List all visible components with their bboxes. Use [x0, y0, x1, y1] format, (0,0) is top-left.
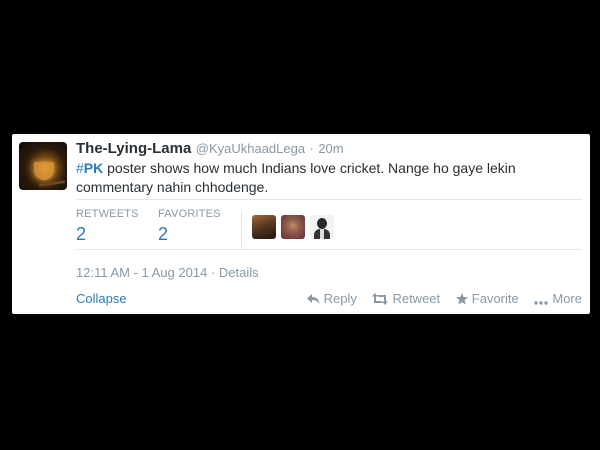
stats-divider	[241, 210, 242, 250]
author-name[interactable]: The-Lying-Lama	[76, 140, 191, 157]
retweets-stat[interactable]: RETWEETS 2	[76, 208, 139, 245]
star-icon	[455, 293, 468, 305]
retweets-label: RETWEETS	[76, 208, 139, 220]
favorite-button[interactable]: Favorite	[455, 291, 519, 306]
more-dots-icon	[534, 301, 549, 305]
tweet-card: The-Lying-Lama @KyaUkhaadLega · 20m #PK …	[12, 134, 590, 314]
tweet-actions: Reply Retweet Favorite More	[295, 291, 582, 306]
favorite-label: Favorite	[471, 291, 519, 306]
favoriter-avatar[interactable]	[281, 215, 305, 239]
reply-label: Reply	[323, 291, 357, 306]
retweet-label: Retweet	[392, 291, 441, 306]
collapse-link[interactable]: Collapse	[76, 291, 127, 306]
details-link[interactable]: Details	[219, 265, 259, 280]
author-handle[interactable]: @KyaUkhaadLega	[196, 141, 305, 156]
header-separator: ·	[309, 141, 314, 156]
favorites-count[interactable]: 2	[158, 224, 221, 245]
tweet-text: #PK poster shows how much Indians love c…	[76, 159, 576, 197]
tweet-header: The-Lying-Lama @KyaUkhaadLega · 20m	[76, 140, 344, 158]
divider-bottom	[76, 249, 582, 250]
tweet-body: poster shows how much Indians love crick…	[76, 160, 516, 195]
reply-button[interactable]: Reply	[306, 291, 357, 306]
hashtag-text: PK	[83, 160, 104, 176]
more-button[interactable]: More	[534, 291, 582, 306]
retweets-count[interactable]: 2	[76, 224, 139, 245]
hashtag-link[interactable]: #PK	[76, 160, 103, 176]
favorites-stat[interactable]: FAVORITES 2	[158, 208, 221, 245]
more-label: More	[552, 291, 582, 306]
reply-icon	[306, 294, 320, 304]
hashtag-symbol: #	[76, 160, 84, 176]
retweet-button[interactable]: Retweet	[372, 291, 440, 306]
retweet-icon	[372, 293, 389, 305]
divider-top	[76, 199, 582, 200]
favoriter-avatar[interactable]	[310, 215, 334, 239]
tweet-meta: 12:11 AM - 1 Aug 2014 · Details	[76, 265, 259, 280]
author-avatar[interactable]	[19, 142, 67, 190]
favoriter-avatar[interactable]	[252, 215, 276, 239]
meta-separator: ·	[210, 265, 216, 280]
tweet-age[interactable]: 20m	[318, 141, 343, 156]
favorites-label: FAVORITES	[158, 208, 221, 220]
tweet-timestamp[interactable]: 12:11 AM - 1 Aug 2014	[76, 265, 207, 280]
